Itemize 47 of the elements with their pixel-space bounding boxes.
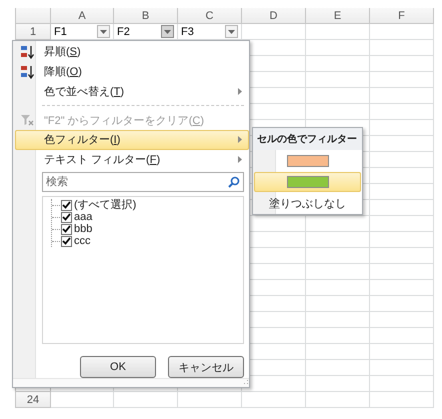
cell-text: F2 [117, 26, 131, 38]
caret-icon [228, 30, 235, 34]
value-label[interactable]: bbb [72, 223, 92, 236]
color-option[interactable]: 塗りつぶしなし [254, 193, 361, 213]
table-cell [51, 392, 114, 408]
table-cell [306, 392, 370, 408]
row-header[interactable]: 1 [16, 24, 51, 40]
caret-icon [164, 30, 171, 34]
row-header[interactable]: 24 [16, 392, 51, 408]
column-header[interactable]: B [114, 8, 178, 24]
table-cell [114, 392, 178, 408]
value-label[interactable]: (すべて選択) [72, 199, 136, 212]
filter-dropdown-button[interactable] [97, 25, 110, 38]
menu-item[interactable]: 昇順(S) [15, 42, 249, 62]
color-option[interactable] [254, 172, 361, 192]
caret-icon [100, 30, 107, 34]
value-label[interactable]: aaa [72, 211, 92, 224]
submenu-title: セルの色でフィルター [253, 128, 362, 150]
clear-filter-icon [20, 114, 34, 126]
search-field[interactable]: 検索 [42, 172, 244, 192]
ok-button[interactable]: OK [80, 356, 156, 378]
corner-cell[interactable] [16, 8, 51, 24]
checkbox[interactable] [61, 236, 72, 247]
menu-item[interactable]: 降順(O) [15, 62, 249, 82]
cancel-button[interactable]: キャンセル [168, 356, 244, 378]
column-header[interactable]: F [370, 8, 434, 24]
column-header[interactable]: E [306, 8, 370, 24]
column-header[interactable]: D [242, 8, 306, 24]
table-cell [178, 392, 242, 408]
sort-ascending-icon [20, 44, 34, 59]
filter-dropdown-button[interactable] [225, 25, 238, 38]
menu-item[interactable]: 色で並べ替え(T) [15, 81, 249, 102]
table-cell [370, 392, 434, 408]
filter-dropdown-button[interactable] [161, 25, 174, 38]
menu-item[interactable]: 色フィルター(I) [15, 130, 249, 150]
table-cell [242, 392, 306, 408]
search-icon [228, 176, 240, 188]
value-label[interactable]: ccc [72, 235, 90, 248]
cell-text: F3 [181, 26, 195, 38]
checkbox[interactable] [61, 200, 72, 211]
cell-text: F1 [54, 26, 68, 38]
column-header[interactable]: A [51, 8, 114, 24]
column-header[interactable]: C [178, 8, 242, 24]
menu-item[interactable]: テキスト フィルター(F) [15, 150, 249, 170]
checkbox[interactable] [61, 224, 72, 235]
checkbox[interactable] [61, 212, 72, 223]
sort-descending-icon [20, 64, 34, 79]
